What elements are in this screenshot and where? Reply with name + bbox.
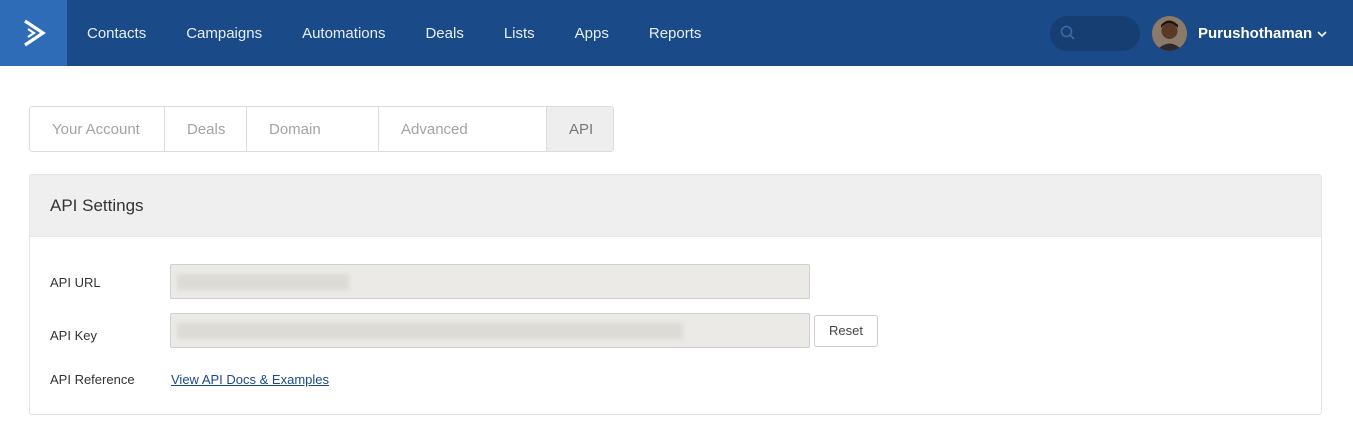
- nav-item-apps[interactable]: Apps: [555, 0, 629, 66]
- reset-button[interactable]: Reset: [814, 315, 878, 347]
- avatar-photo: [1152, 16, 1187, 51]
- nav-item-automations[interactable]: Automations: [282, 0, 405, 66]
- top-navigation-bar: Contacts Campaigns Automations Deals Lis…: [0, 0, 1353, 66]
- api-key-field[interactable]: [170, 313, 810, 348]
- tab-domain-alias[interactable]: Domain Alias: [247, 107, 379, 151]
- api-docs-link[interactable]: View API Docs & Examples: [171, 372, 329, 387]
- api-reference-label: API Reference: [50, 372, 135, 387]
- search-input[interactable]: [1050, 16, 1140, 51]
- redacted-value: [177, 274, 349, 290]
- settings-tabs: Your Account Deals Domain Alias Advanced…: [29, 106, 614, 152]
- nav-item-reports[interactable]: Reports: [629, 0, 722, 66]
- api-url-field[interactable]: [170, 264, 810, 299]
- api-settings-panel: API Settings API URL API Key Reset API R…: [29, 174, 1322, 415]
- nav-item-lists[interactable]: Lists: [484, 0, 555, 66]
- nav-item-contacts[interactable]: Contacts: [67, 0, 166, 66]
- logo-chevron-icon: [23, 19, 46, 47]
- nav-item-campaigns[interactable]: Campaigns: [166, 0, 282, 66]
- api-url-label: API URL: [50, 275, 101, 290]
- app-logo[interactable]: [0, 0, 67, 66]
- tab-your-account[interactable]: Your Account: [30, 107, 165, 151]
- tab-deals[interactable]: Deals: [165, 107, 247, 151]
- nav-item-deals[interactable]: Deals: [405, 0, 483, 66]
- panel-title: API Settings: [30, 175, 1321, 237]
- chevron-down-icon[interactable]: [1317, 30, 1327, 38]
- redacted-value: [177, 323, 683, 339]
- main-nav: Contacts Campaigns Automations Deals Lis…: [67, 0, 721, 66]
- user-name[interactable]: Purushothaman: [1198, 25, 1312, 42]
- api-key-label: API Key: [50, 328, 97, 343]
- tab-advanced-settings[interactable]: Advanced Settings: [379, 107, 547, 151]
- search-icon: [1060, 25, 1075, 40]
- tab-api[interactable]: API: [547, 107, 613, 151]
- avatar[interactable]: [1152, 16, 1187, 51]
